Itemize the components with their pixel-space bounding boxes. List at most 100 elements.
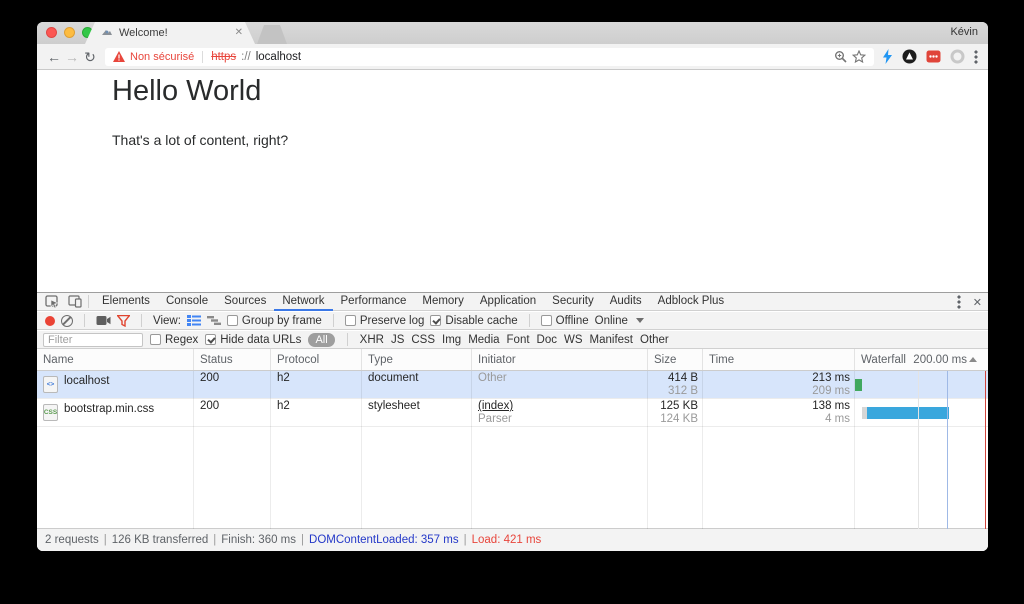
security-warning-text[interactable]: Non sécurisé [130,51,194,63]
offline-checkbox[interactable]: Offline [541,315,589,327]
column-divider[interactable] [854,371,855,529]
toolbar-separator [333,314,334,327]
new-tab-button[interactable] [257,25,287,44]
chrome-menu-icon[interactable] [974,50,978,64]
column-header-waterfall[interactable]: Waterfall 200.00 ms [855,349,988,370]
request-type: document [368,372,466,385]
document-file-icon: <> [43,376,58,393]
type-filter-manifest[interactable]: Manifest [590,334,633,346]
device-toolbar-icon[interactable] [67,295,83,308]
browser-tab-welcome[interactable]: Welcome! ✕ [85,22,255,44]
request-row-localhost[interactable]: <> localhost 200 h2 document Other 414 B… [37,371,988,399]
column-divider[interactable] [193,371,194,529]
request-row-bootstrap[interactable]: CSS bootstrap.min.css 200 h2 stylesheet … [37,399,988,427]
preserve-log-checkbox[interactable]: Preserve log [345,315,425,327]
close-window-button[interactable] [46,27,57,38]
url-host: localhost [256,51,301,63]
filter-funnel-icon[interactable] [117,315,130,327]
devtools-close-icon[interactable]: ✕ [973,296,982,309]
request-status: 200 [200,372,265,385]
reload-button[interactable]: ↻ [81,50,99,64]
back-button[interactable]: ← [45,50,63,64]
column-header-status[interactable]: Status [194,349,271,370]
extension-area [882,49,978,64]
column-divider[interactable] [361,371,362,529]
column-divider[interactable] [471,371,472,529]
tab-console[interactable]: Console [158,293,216,311]
large-rows-view-icon[interactable] [187,315,201,326]
load-time: Load: 421 ms [472,534,542,546]
disabled-extension-icon[interactable] [950,49,965,64]
tab-elements[interactable]: Elements [94,293,158,311]
regex-checkbox[interactable]: Regex [150,334,198,346]
type-filter-js[interactable]: JS [391,334,404,346]
toolbar-separator [141,314,142,327]
tab-adblock-plus[interactable]: Adblock Plus [650,293,732,311]
column-header-size[interactable]: Size [648,349,703,370]
bookmark-star-icon[interactable] [852,50,866,63]
column-header-protocol[interactable]: Protocol [271,349,362,370]
type-filter-font[interactable]: Font [507,334,530,346]
type-filter-img[interactable]: Img [442,334,461,346]
css-file-icon: CSS [43,404,58,421]
column-divider[interactable] [270,371,271,529]
dark-circle-extension-icon[interactable] [902,49,917,64]
inspect-element-icon[interactable] [44,295,60,308]
filter-input[interactable] [43,333,143,347]
network-status-bar: 2 requests | 126 KB transferred | Finish… [37,528,988,551]
tab-security[interactable]: Security [544,293,602,311]
toolbar-separator [84,314,85,327]
column-header-time[interactable]: Time [703,349,855,370]
network-table-header: Name Status Protocol Type Initiator Size… [37,349,988,371]
type-filter-ws[interactable]: WS [564,334,583,346]
group-by-frame-checkbox[interactable]: Group by frame [227,315,322,327]
web-page: Hello World That's a lot of content, rig… [37,70,988,292]
disable-cache-checkbox[interactable]: Disable cache [430,315,517,327]
overview-view-icon[interactable] [207,315,221,326]
type-filter-css[interactable]: CSS [411,334,435,346]
request-initiator-link[interactable]: (index) [478,400,642,413]
transferred-size: 126 KB transferred [112,534,209,546]
column-header-initiator[interactable]: Initiator [472,349,648,370]
zoom-icon[interactable] [834,50,847,63]
address-bar[interactable]: Non sécurisé https :// localhost [105,48,874,66]
tab-close-icon[interactable]: ✕ [235,28,243,38]
type-filter-doc[interactable]: Doc [537,334,557,346]
security-warning-icon[interactable] [113,51,125,62]
column-divider[interactable] [647,371,648,529]
browser-toolbar: ← → ↻ Non sécurisé https :// localhost [37,44,988,70]
column-header-type[interactable]: Type [362,349,472,370]
type-filter-xhr[interactable]: XHR [360,334,384,346]
type-filter-other[interactable]: Other [640,334,669,346]
waterfall-bar-localhost[interactable] [855,379,862,391]
adblock-extension-icon[interactable] [926,49,941,64]
type-filter-all[interactable]: All [308,333,334,347]
devtools-menu-icon[interactable] [957,295,961,309]
record-button[interactable] [45,316,55,326]
request-time: 138 ms [709,400,850,413]
hide-data-urls-checkbox[interactable]: Hide data URLs [205,334,301,346]
tab-sources[interactable]: Sources [216,293,274,311]
profile-name[interactable]: Kévin [950,26,978,38]
request-latency: 209 ms [709,385,850,398]
column-divider[interactable] [702,371,703,529]
lightning-extension-icon[interactable] [882,49,893,64]
tab-audits[interactable]: Audits [602,293,650,311]
throttling-select[interactable]: Online [595,315,644,327]
request-size-content: 312 B [654,385,698,398]
request-initiator: Other [478,372,642,385]
tab-application[interactable]: Application [472,293,544,311]
tab-network[interactable]: Network [274,293,332,311]
minimize-window-button[interactable] [64,27,75,38]
tab-memory[interactable]: Memory [414,293,472,311]
browser-window: Welcome! ✕ Kévin ← → ↻ Non sécurisé http… [37,22,988,551]
column-header-name[interactable]: Name [37,349,194,370]
url-protocol-suffix: :// [241,51,251,63]
tab-title: Welcome! [119,27,229,39]
type-filter-media[interactable]: Media [468,334,499,346]
clear-button[interactable] [61,315,73,327]
screenshot-capture-icon[interactable] [96,315,111,326]
waterfall-bar-bootstrap[interactable] [867,407,949,419]
forward-button[interactable]: → [63,50,81,64]
tab-performance[interactable]: Performance [333,293,415,311]
